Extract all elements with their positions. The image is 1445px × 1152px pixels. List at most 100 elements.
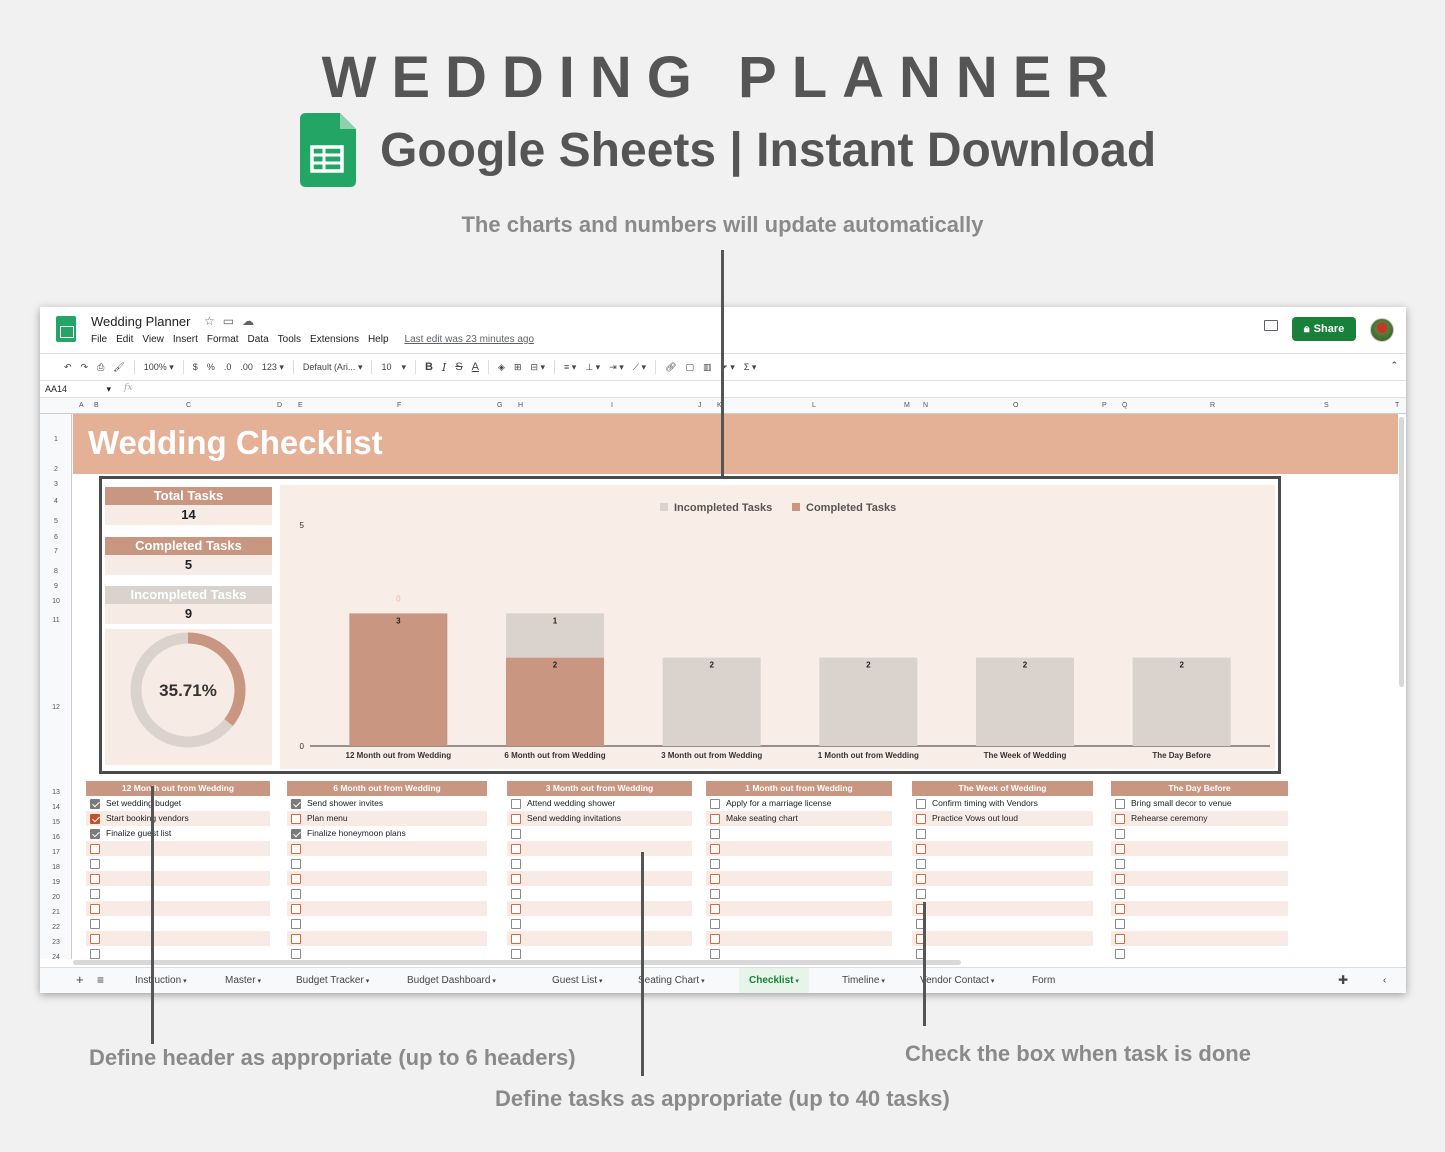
vertical-align-icon[interactable]: ⊥ ▾ xyxy=(585,362,600,373)
task-checkbox[interactable] xyxy=(1115,844,1125,854)
font-size-select[interactable]: 10 ▾ xyxy=(381,362,406,373)
task-checkbox[interactable] xyxy=(511,934,521,944)
row-header[interactable]: 20 xyxy=(40,894,72,901)
task-checkbox[interactable] xyxy=(90,949,100,959)
row-header[interactable]: 19 xyxy=(40,879,72,886)
name-box[interactable]: AA14 ▾ xyxy=(45,384,111,394)
row-header[interactable]: 18 xyxy=(40,864,72,871)
task-checkbox[interactable] xyxy=(291,949,301,959)
row-header[interactable]: 5 xyxy=(40,518,72,525)
sheet-tab[interactable]: Timeline ▾ xyxy=(842,975,885,986)
column-header[interactable]: P xyxy=(1102,402,1107,409)
task-checkbox[interactable] xyxy=(1115,829,1125,839)
column-header[interactable]: Q xyxy=(1122,402,1127,409)
more-formats-select[interactable]: 123 ▾ xyxy=(262,362,284,373)
task-text[interactable]: Finalize guest list xyxy=(106,826,171,841)
bar-segment[interactable] xyxy=(662,657,761,746)
tab-dropdown-icon[interactable]: ▾ xyxy=(256,978,262,985)
task-checkbox[interactable] xyxy=(1115,889,1125,899)
task-checkbox[interactable] xyxy=(916,799,926,809)
strikethrough-icon[interactable]: S xyxy=(455,361,462,373)
task-checkbox[interactable] xyxy=(291,919,301,929)
task-checkbox[interactable] xyxy=(710,799,720,809)
star-icon[interactable]: ☆ xyxy=(204,314,223,328)
task-checkbox[interactable] xyxy=(1115,799,1125,809)
column-header[interactable]: R xyxy=(1210,402,1215,409)
task-checkbox[interactable] xyxy=(1115,859,1125,869)
sheet-tab[interactable]: Master ▾ xyxy=(225,975,261,986)
task-checkbox[interactable] xyxy=(511,904,521,914)
print-icon[interactable]: ⎙ xyxy=(97,362,104,373)
task-checkbox[interactable] xyxy=(1115,934,1125,944)
row-header[interactable]: 8 xyxy=(40,568,72,575)
tab-dropdown-icon[interactable]: ▾ xyxy=(597,978,603,985)
row-header[interactable]: 12 xyxy=(40,704,72,711)
tasklist-header[interactable]: The Week of Wedding xyxy=(912,781,1093,796)
row-header[interactable]: 6 xyxy=(40,534,72,541)
add-sheet-button[interactable]: + xyxy=(76,972,84,987)
tab-dropdown-icon[interactable]: ▾ xyxy=(490,978,496,985)
task-checkbox[interactable] xyxy=(1115,814,1125,824)
insert-comment-icon[interactable]: ▢ xyxy=(686,362,695,373)
column-header[interactable]: S xyxy=(1324,402,1329,409)
row-header[interactable]: 11 xyxy=(40,617,72,624)
task-checkbox[interactable] xyxy=(710,814,720,824)
tab-dropdown-icon[interactable]: ▾ xyxy=(181,978,187,985)
document-title[interactable]: Wedding Planner xyxy=(91,314,191,329)
task-text[interactable]: Attend wedding shower xyxy=(527,796,615,811)
menu-data[interactable]: Data xyxy=(248,334,269,345)
sheet-tab[interactable]: Budget Tracker ▾ xyxy=(296,975,369,986)
column-header[interactable]: T xyxy=(1395,402,1399,409)
row-header[interactable]: 21 xyxy=(40,909,72,916)
task-checkbox[interactable] xyxy=(90,904,100,914)
row-header[interactable]: 7 xyxy=(40,548,72,555)
redo-icon[interactable]: ↷ xyxy=(81,362,89,373)
task-checkbox[interactable] xyxy=(916,859,926,869)
task-checkbox[interactable] xyxy=(511,859,521,869)
comment-history-icon[interactable] xyxy=(1264,320,1278,331)
sheet-tab[interactable]: Form xyxy=(1032,975,1055,986)
completion-donut[interactable]: 35.71% xyxy=(105,629,272,765)
column-header[interactable]: F xyxy=(397,402,401,409)
task-checkbox[interactable] xyxy=(710,874,720,884)
task-text[interactable]: Send wedding invitations xyxy=(527,811,621,826)
menu-format[interactable]: Format xyxy=(207,334,239,345)
collapse-toolbar-icon[interactable]: ⌃ xyxy=(1390,360,1398,371)
legend-label[interactable]: Incompleted Tasks xyxy=(674,502,772,514)
task-checkbox[interactable] xyxy=(511,919,521,929)
tab-dropdown-icon[interactable]: ▾ xyxy=(793,978,799,985)
column-header[interactable]: D xyxy=(277,402,282,409)
collapse-sidebar-icon[interactable]: ‹ xyxy=(1383,975,1386,986)
avatar[interactable] xyxy=(1370,318,1394,342)
task-text[interactable]: Apply for a marriage license xyxy=(726,796,831,811)
task-text[interactable]: Send shower invites xyxy=(307,796,383,811)
row-header[interactable]: 17 xyxy=(40,849,72,856)
task-checkbox[interactable] xyxy=(1115,874,1125,884)
task-checkbox[interactable] xyxy=(90,829,100,839)
merge-cells-icon[interactable]: ⊟ ▾ xyxy=(530,362,545,373)
column-header[interactable]: M xyxy=(904,402,910,409)
task-checkbox[interactable] xyxy=(916,829,926,839)
percent-format-button[interactable]: % xyxy=(207,362,215,372)
task-checkbox[interactable] xyxy=(710,859,720,869)
fill-color-icon[interactable]: ◈ xyxy=(498,362,505,373)
task-checkbox[interactable] xyxy=(291,814,301,824)
task-text[interactable]: Start booking vendors xyxy=(106,811,189,826)
task-text[interactable]: Rehearse ceremony xyxy=(1131,811,1208,826)
sheet-tab[interactable]: Instruction ▾ xyxy=(135,975,187,986)
tasklist-header[interactable]: 6 Month out from Wedding xyxy=(287,781,487,796)
task-checkbox[interactable] xyxy=(291,889,301,899)
increase-decimal-button[interactable]: .00 xyxy=(240,362,253,372)
column-header[interactable]: H xyxy=(518,402,523,409)
row-header[interactable]: 9 xyxy=(40,583,72,590)
share-button[interactable]: 🔒︎ Share xyxy=(1292,317,1356,341)
paint-format-icon[interactable]: 🖌︎ xyxy=(113,362,124,373)
column-header[interactable]: A xyxy=(79,402,84,409)
tasklist-header[interactable]: The Day Before xyxy=(1111,781,1288,796)
all-sheets-button[interactable]: ≡ xyxy=(97,973,104,987)
row-header[interactable]: 4 xyxy=(40,498,72,505)
task-text[interactable]: Practice Vows out loud xyxy=(932,811,1018,826)
task-text[interactable]: Bring small decor to venue xyxy=(1131,796,1232,811)
move-folder-icon[interactable]: ▭ xyxy=(223,314,242,328)
column-header[interactable]: E xyxy=(298,402,303,409)
